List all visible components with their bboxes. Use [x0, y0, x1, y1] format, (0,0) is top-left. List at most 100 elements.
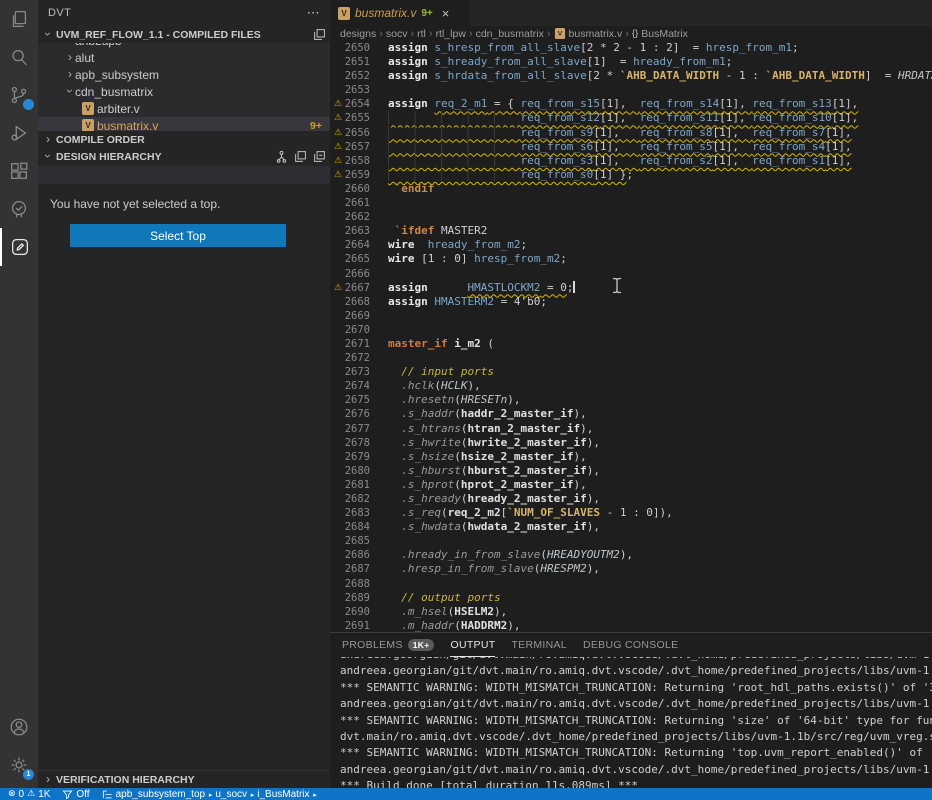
error-icon: ⊗	[8, 789, 16, 799]
breadcrumb-item-BusMatrix[interactable]: {}BusMatrix	[632, 28, 688, 40]
code-line-2667[interactable]: ⚠2667assign HMASTLOCKM2 = 0;	[330, 281, 932, 295]
code-line-2682[interactable]: 2682 .s_hready(hready_2_master_if),	[330, 492, 932, 506]
line-number: ⚠2659	[330, 168, 380, 182]
close-tab-icon[interactable]: ×	[442, 6, 450, 21]
line-number: 2653	[330, 83, 380, 97]
symbol-class-icon: {}	[632, 28, 638, 39]
chevron-down-icon: ›	[43, 150, 53, 162]
code-line-2653[interactable]: 2653	[330, 83, 932, 97]
section-verification-hierarchy[interactable]: › VERIFICATION HIERARCHY	[38, 770, 330, 788]
tree-item-cdn_busmatrix[interactable]: ›cdn_busmatrix	[38, 83, 330, 100]
source-control-icon[interactable]	[0, 76, 38, 114]
code-line-2691[interactable]: 2691 .m_haddr(HADDRM2),	[330, 619, 932, 632]
extensions-icon[interactable]	[0, 152, 38, 190]
code-line-2678[interactable]: 2678 .s_hwrite(hwrite_2_master_if),	[330, 436, 932, 450]
code-line-2666[interactable]: 2666	[330, 267, 932, 281]
breadcrumb-item-rtl[interactable]: rtl	[417, 28, 426, 40]
code-text: .s_hready(hready_2_master_if),	[380, 492, 600, 506]
code-line-2671[interactable]: 2671master_if i_m2 (	[330, 337, 932, 351]
explorer-icon[interactable]	[0, 0, 38, 38]
code-line-2689[interactable]: 2689 // output ports	[330, 591, 932, 605]
run-debug-icon[interactable]	[0, 114, 38, 152]
code-line-2681[interactable]: 2681 .s_hprot(hprot_2_master_if),	[330, 478, 932, 492]
settings-gear-icon[interactable]: 1	[0, 746, 38, 784]
code-line-2687[interactable]: 2687 .hresp_in_from_slave(HRESPM2),	[330, 562, 932, 576]
tab-busmatrix[interactable]: V busmatrix.v 9+ ×	[330, 0, 470, 26]
tree-item-arbiter.v[interactable]: Varbiter.v	[38, 100, 330, 117]
code-line-2669[interactable]: 2669	[330, 309, 932, 323]
code-line-2673[interactable]: 2673 // input ports	[330, 365, 932, 379]
code-text: `endif	[380, 182, 434, 196]
code-line-2685[interactable]: 2685	[330, 534, 932, 548]
code-line-2665[interactable]: 2665wire [1 : 0] hresp_from_m2;	[330, 252, 932, 266]
code-line-2676[interactable]: 2676 .s_haddr(haddr_2_master_if),	[330, 407, 932, 421]
breadcrumb-item-designs[interactable]: designs	[340, 28, 376, 40]
code-line-2657[interactable]: ⚠2657 req_from_s6[1], req_from_s5[1], re…	[330, 140, 932, 154]
tab-problems[interactable]: PROBLEMS 1K+	[342, 633, 434, 657]
code-line-2677[interactable]: 2677 .s_htrans(htran_2_master_if),	[330, 422, 932, 436]
more-actions-icon[interactable]: ⋯	[307, 5, 320, 21]
line-number: 2683	[330, 506, 380, 520]
tab-output[interactable]: OUTPUT	[450, 633, 495, 657]
account-icon[interactable]	[0, 708, 38, 746]
type-hierarchy-icon[interactable]	[275, 150, 288, 163]
code-line-2654[interactable]: ⚠2654assign req_2_m1 = { req_from_s15[1]…	[330, 97, 932, 111]
tree-item-busmatrix.v[interactable]: Vbusmatrix.v9+	[38, 117, 330, 131]
code-editor[interactable]: 2650assign s_hresp_from_all_slave[2 * 2 …	[330, 41, 932, 632]
breadcrumb-item-cdn_busmatrix[interactable]: cdn_busmatrix	[476, 28, 544, 40]
code-line-2675[interactable]: 2675 .hresetn(HRESETn),	[330, 393, 932, 407]
code-line-2679[interactable]: 2679 .s_hsize(hsize_2_master_if),	[330, 450, 932, 464]
filter-status[interactable]: Off	[62, 789, 89, 800]
code-line-2663[interactable]: 2663 `ifdef MASTER2	[330, 224, 932, 238]
code-line-2660[interactable]: 2660 `endif	[330, 182, 932, 196]
code-line-2661[interactable]: 2661	[330, 196, 932, 210]
code-line-2652[interactable]: 2652assign s_hrdata_from_all_slave[2 * `…	[330, 69, 932, 83]
settings-notification-badge: 1	[23, 769, 34, 780]
code-line-2688[interactable]: 2688	[330, 577, 932, 591]
warning-icon: ⚠	[334, 281, 342, 295]
select-top-button[interactable]: Select Top	[70, 224, 286, 247]
code-line-2690[interactable]: 2690 .m_hsel(HSELM2),	[330, 605, 932, 619]
code-text	[380, 577, 388, 591]
code-line-2668[interactable]: 2668assign HMASTERM2 = 4'b0;	[330, 295, 932, 309]
copy-icon[interactable]	[294, 150, 307, 163]
chevron-right-icon: ›	[68, 43, 72, 45]
code-line-2686[interactable]: 2686 .hready_in_from_slave(HREADYOUTM2),	[330, 548, 932, 562]
breadcrumb-item-socv[interactable]: socv	[386, 28, 408, 40]
design-hierarchy-path[interactable]: apb_subsystem_top ▸ u_socv ▸ i_BusMatrix…	[102, 789, 318, 800]
code-line-2684[interactable]: 2684 .s_hwdata(hwdata_2_master_if),	[330, 520, 932, 534]
line-number: 2678	[330, 436, 380, 450]
section-compile-order[interactable]: › COMPILE ORDER	[38, 131, 330, 148]
code-line-2655[interactable]: ⚠2655 req_from_s12[1], req_from_s11[1], …	[330, 111, 932, 125]
tab-debug-console[interactable]: DEBUG CONSOLE	[583, 633, 679, 657]
tree-item-alut[interactable]: ›alut	[38, 49, 330, 66]
verification-icon[interactable]	[0, 190, 38, 228]
code-line-2674[interactable]: 2674 .hclk(HCLK),	[330, 379, 932, 393]
code-line-2670[interactable]: 2670	[330, 323, 932, 337]
code-line-2656[interactable]: ⚠2656 req_from_s9[1], req_from_s8[1], re…	[330, 126, 932, 140]
code-line-2664[interactable]: 2664wire hready_from_m2;	[330, 238, 932, 252]
tab-terminal[interactable]: TERMINAL	[511, 633, 567, 657]
section-design-hierarchy[interactable]: › DESIGN HIERARCHY	[38, 148, 330, 165]
code-line-2683[interactable]: 2683 .s_req(req_2_m2[`NUM_OF_SLAVES - 1 …	[330, 506, 932, 520]
code-line-2658[interactable]: ⚠2658 req_from_s3[1], req_from_s2[1], re…	[330, 154, 932, 168]
section-compiled-files[interactable]: › UVM_REF_FLOW_1.1 - COMPILED FILES	[38, 26, 330, 43]
chevron-down-icon: ›	[43, 28, 53, 40]
code-line-2650[interactable]: 2650assign s_hresp_from_all_slave[2 * 2 …	[330, 41, 932, 55]
collapse-all-icon[interactable]	[313, 150, 326, 163]
code-line-2672[interactable]: 2672	[330, 351, 932, 365]
code-line-2651[interactable]: 2651assign s_hready_from_all_slave[1] = …	[330, 55, 932, 69]
code-line-2659[interactable]: ⚠2659 req_from_s0[1] };	[330, 168, 932, 182]
output-log[interactable]: andreea.georgian/git/dvt.main/ro.amiq.dv…	[330, 657, 932, 788]
verilog-file-icon: V	[82, 102, 94, 115]
breadcrumb-label: socv	[386, 28, 408, 40]
tree-item-apb_subsystem[interactable]: ›apb_subsystem	[38, 66, 330, 83]
code-line-2680[interactable]: 2680 .s_hburst(hburst_2_master_if),	[330, 464, 932, 478]
dvt-icon[interactable]	[0, 228, 38, 266]
search-icon[interactable]	[0, 38, 38, 76]
collapse-all-icon[interactable]	[313, 28, 326, 41]
problems-status[interactable]: ⊗ 0 ⚠ 1K	[8, 789, 50, 800]
code-line-2662[interactable]: 2662	[330, 210, 932, 224]
breadcrumb-item-busmatrix.v[interactable]: Vbusmatrix.v	[554, 27, 623, 40]
breadcrumb-item-rtl_lpw[interactable]: rtl_lpw	[436, 28, 466, 40]
